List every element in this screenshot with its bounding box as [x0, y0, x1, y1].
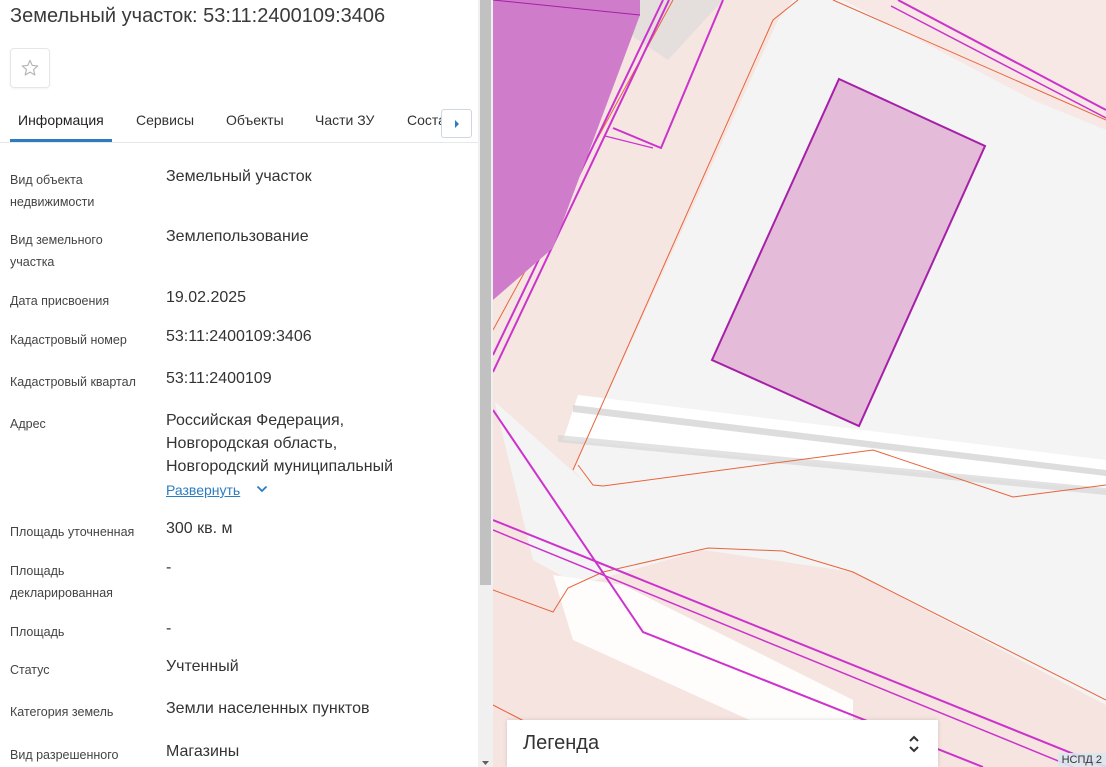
- field-value: Земельный участок: [166, 168, 312, 185]
- address-line: Новгородский муниципальный: [166, 458, 393, 475]
- field-label: Вид разрешенного: [10, 748, 119, 762]
- address-line: Новгородская область,: [166, 435, 338, 452]
- field-label: Площадь декларированная: [10, 560, 150, 604]
- label-line: недвижимости: [10, 195, 95, 209]
- panel-scrollbar[interactable]: [478, 0, 493, 767]
- field-value: -: [166, 559, 172, 576]
- tabs-scroll-right-button[interactable]: [441, 109, 472, 138]
- favorite-button[interactable]: [10, 48, 50, 88]
- field-value: 53:11:2400109: [166, 370, 272, 387]
- field-label: Статус: [10, 663, 50, 677]
- map-watermark: НСПД 2: [1057, 753, 1106, 767]
- field-value: 300 кв. м: [166, 520, 233, 537]
- field-label: Площадь уточненная: [10, 525, 135, 539]
- field-value: Российская Федерация, Новгородская облас…: [166, 409, 466, 478]
- expand-address-link[interactable]: Развернуть: [166, 482, 240, 498]
- tab-composition[interactable]: Соста: [407, 112, 442, 128]
- active-tab-indicator: [10, 139, 112, 142]
- field-address: Адрес Российская Федерация, Новгородская…: [10, 412, 470, 508]
- map-canvas[interactable]: [493, 0, 1106, 767]
- star-icon: [21, 59, 39, 76]
- caret-right-icon: [454, 119, 459, 128]
- tab-services[interactable]: Сервисы: [136, 112, 194, 128]
- tab-parts[interactable]: Части ЗУ: [315, 112, 374, 128]
- field-label: Вид земельного участка: [10, 229, 150, 273]
- tab-overflow-clip: Соста: [400, 100, 442, 140]
- info-panel: Земельный участок: 53:11:2400109:3406 Ин…: [0, 0, 478, 767]
- tab-information[interactable]: Информация: [18, 112, 104, 128]
- field-label: Дата присвоения: [10, 294, 110, 308]
- label-line: Площадь: [10, 564, 65, 578]
- tab-objects[interactable]: Объекты: [226, 112, 284, 128]
- field-value: 53:11:2400109:3406: [166, 328, 312, 345]
- map-view[interactable]: Легенда НСПД 2: [493, 0, 1106, 767]
- field-label: Кадастровый номер: [10, 333, 127, 347]
- expand-collapse-icon[interactable]: [908, 733, 920, 755]
- field-value: Земли населенных пунктов: [166, 700, 370, 717]
- page-title: Земельный участок: 53:11:2400109:3406: [10, 5, 386, 27]
- field-value: 19.02.2025: [166, 289, 247, 306]
- tab-bar: Информация Сервисы Объекты Части ЗУ Сост…: [0, 100, 478, 143]
- app-root: Земельный участок: 53:11:2400109:3406 Ин…: [0, 0, 1106, 767]
- field-label: Площадь: [10, 625, 65, 639]
- field-value: Землепользование: [166, 228, 309, 245]
- field-value: -: [166, 620, 172, 637]
- scrollbar-thumb[interactable]: [480, 0, 491, 585]
- label-line: Вид объекта: [10, 173, 83, 187]
- label-line: декларированная: [10, 586, 113, 600]
- scroll-down-arrow-icon[interactable]: [480, 759, 491, 767]
- field-value: Магазины: [166, 743, 240, 760]
- address-line: Российская Федерация,: [166, 412, 345, 429]
- field-label: Категория земель: [10, 705, 114, 719]
- field-label: Вид объекта недвижимости: [10, 169, 150, 213]
- chevron-down-icon[interactable]: [256, 485, 268, 493]
- legend-panel[interactable]: Легенда: [507, 720, 938, 767]
- field-label: Адрес: [10, 417, 46, 431]
- field-label: Кадастровый квартал: [10, 375, 136, 389]
- legend-title: Легенда: [523, 732, 600, 754]
- field-value: Учтенный: [166, 658, 239, 675]
- label-line: участка: [10, 255, 55, 269]
- label-line: Вид земельного: [10, 233, 103, 247]
